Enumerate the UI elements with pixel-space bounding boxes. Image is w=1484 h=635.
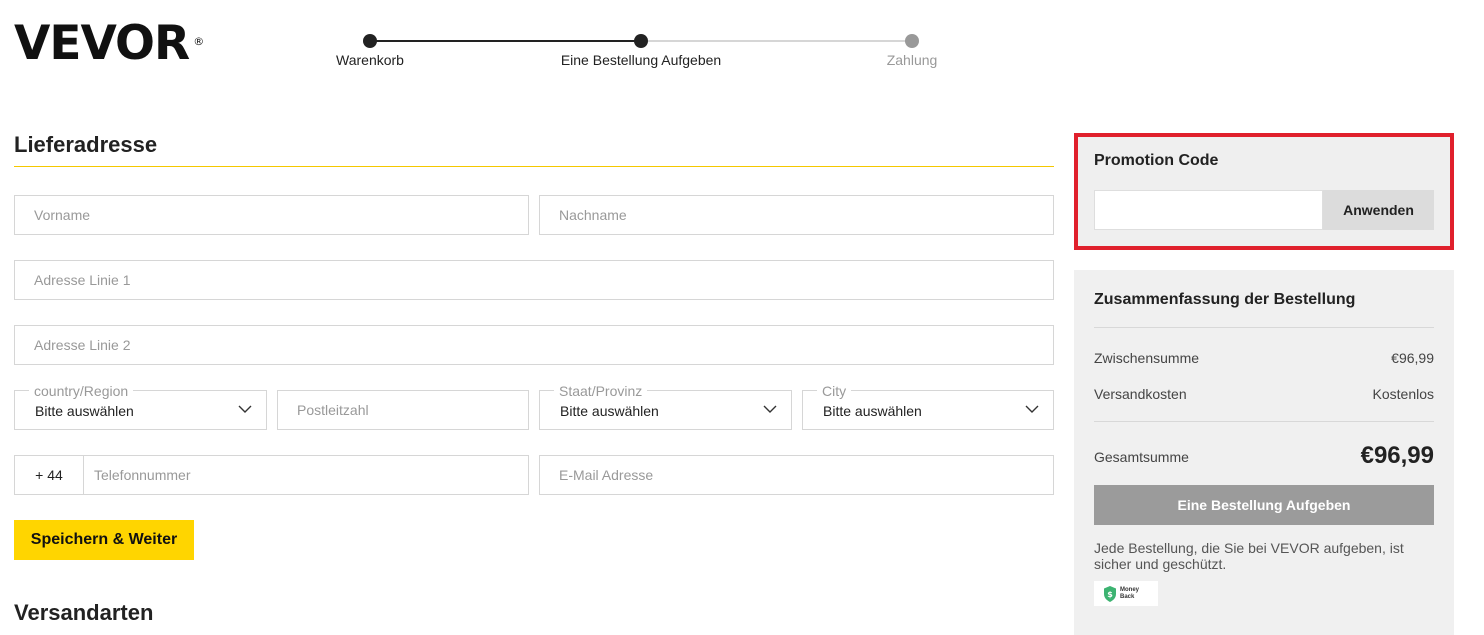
shipping-cost-label: Versandkosten	[1094, 386, 1187, 402]
address-line1-input[interactable]	[15, 261, 1053, 299]
summary-divider	[1094, 421, 1434, 422]
total-label: Gesamtsumme	[1094, 449, 1189, 465]
checkout-stepper: Warenkorb Eine Bestellung Aufgeben Zahlu…	[330, 30, 950, 80]
country-value: Bitte auswählen	[35, 403, 134, 419]
total-value: €96,99	[1360, 442, 1434, 469]
first-name-input[interactable]	[15, 196, 528, 234]
subtotal-label: Zwischensumme	[1094, 350, 1200, 366]
step-dot-warenkorb	[363, 34, 377, 48]
shipping-cost-value: Kostenlos	[1372, 386, 1434, 402]
address-line2-input[interactable]	[15, 326, 1053, 364]
save-continue-button[interactable]: Speichern & Weiter	[14, 520, 194, 560]
order-summary-title: Zusammenfassung der Bestellung	[1094, 291, 1356, 308]
money-back-badge: $ Money Back	[1094, 581, 1158, 606]
shipping-methods-title: Versandarten	[14, 600, 154, 625]
address-line2-field[interactable]	[14, 325, 1054, 365]
city-value: Bitte auswählen	[823, 403, 922, 419]
step-label-bestellung: Eine Bestellung Aufgeben	[560, 52, 722, 68]
badge-line-2: Back	[1120, 593, 1135, 600]
postcode-field[interactable]	[277, 390, 529, 430]
last-name-input[interactable]	[540, 196, 1053, 234]
summary-divider	[1094, 327, 1434, 328]
badge-text: Money Back	[1120, 587, 1139, 601]
apply-promo-button[interactable]: Anwenden	[1323, 190, 1434, 230]
state-select[interactable]: Staat/Provinz Bitte auswählen	[539, 383, 792, 430]
phone-input[interactable]	[84, 456, 528, 494]
country-select[interactable]: country/Region Bitte auswählen	[14, 383, 267, 430]
order-summary-panel: Zusammenfassung der Bestellung Zwischens…	[1074, 270, 1454, 635]
step-dot-bestellung	[634, 34, 648, 48]
country-label: country/Region	[29, 383, 134, 399]
logo-text: VEVOR	[14, 16, 190, 71]
step-label-zahlung: Zahlung	[886, 52, 938, 68]
shipping-address-title: Lieferadresse	[14, 132, 158, 157]
chevron-down-icon	[763, 405, 777, 413]
email-input[interactable]	[540, 456, 1053, 494]
step-line-upcoming	[641, 40, 912, 42]
address-line1-field[interactable]	[14, 260, 1054, 300]
promo-code-panel: Promotion Code Anwenden	[1074, 133, 1454, 250]
promo-code-title: Promotion Code	[1094, 152, 1219, 169]
shield-dollar-icon: $	[1104, 585, 1116, 602]
step-line-done	[370, 40, 641, 42]
phone-prefix[interactable]: + 44	[15, 456, 84, 494]
city-label: City	[817, 383, 852, 399]
chevron-down-icon	[1025, 405, 1039, 413]
vevor-logo[interactable]: VEVOR ®	[14, 20, 204, 67]
badge-line-1: Money	[1120, 586, 1140, 593]
first-name-field[interactable]	[14, 195, 529, 235]
place-order-button[interactable]: Eine Bestellung Aufgeben	[1094, 485, 1434, 525]
last-name-field[interactable]	[539, 195, 1054, 235]
svg-text:$: $	[1107, 590, 1113, 599]
phone-field[interactable]: + 44	[14, 455, 529, 495]
step-label-warenkorb[interactable]: Warenkorb	[336, 52, 404, 68]
postcode-input[interactable]	[278, 391, 528, 429]
email-field[interactable]	[539, 455, 1054, 495]
step-dot-zahlung	[905, 34, 919, 48]
title-underline	[14, 166, 1054, 167]
promo-code-input[interactable]	[1095, 191, 1322, 229]
chevron-down-icon	[238, 405, 252, 413]
state-value: Bitte auswählen	[560, 403, 659, 419]
promo-code-field[interactable]	[1094, 190, 1323, 230]
subtotal-value: €96,99	[1391, 350, 1434, 366]
city-select[interactable]: City Bitte auswählen	[802, 383, 1054, 430]
registered-mark: ®	[193, 35, 204, 48]
state-label: Staat/Provinz	[554, 383, 648, 399]
secure-order-note: Jede Bestellung, die Sie bei VEVOR aufge…	[1094, 540, 1404, 572]
